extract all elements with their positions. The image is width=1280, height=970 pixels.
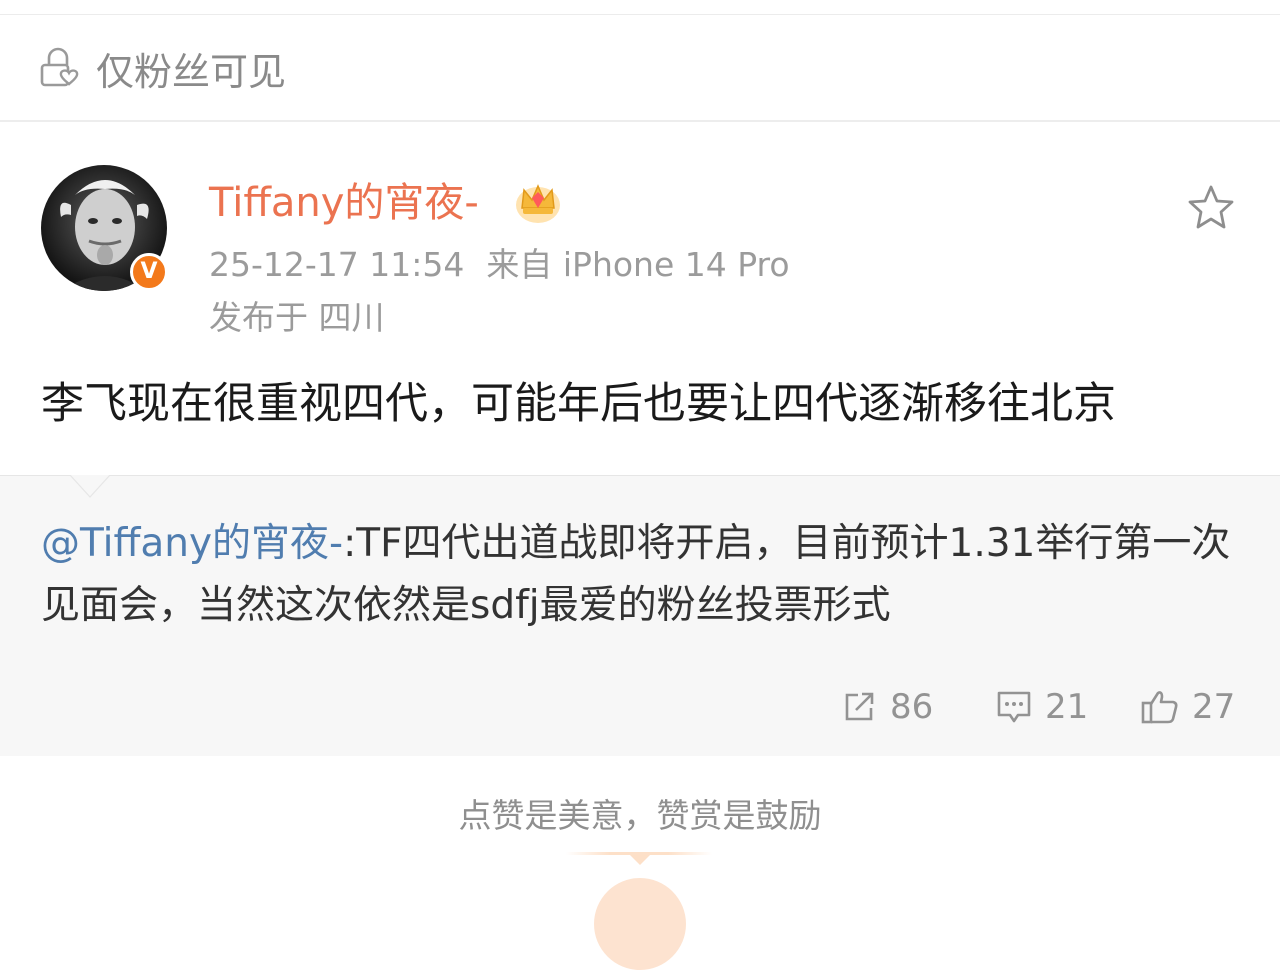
post-source: 来自 iPhone 14 Pro bbox=[486, 245, 790, 284]
like-count: 27 bbox=[1192, 687, 1236, 727]
section-divider bbox=[0, 120, 1280, 122]
like-button[interactable]: 27 bbox=[1140, 680, 1235, 734]
crown-icon[interactable] bbox=[514, 178, 562, 224]
encourage-text: 点赞是美意，赞赏是鼓励 bbox=[458, 796, 822, 835]
visibility-label: 仅粉丝可见 bbox=[96, 50, 287, 94]
thumbs-up-icon bbox=[1141, 691, 1178, 724]
comment-button[interactable]: 21 bbox=[995, 680, 1088, 734]
share-icon bbox=[845, 692, 874, 721]
star-icon[interactable] bbox=[1185, 183, 1237, 233]
comment-count: 21 bbox=[1045, 687, 1089, 727]
repost-text: @Tiffany的宵夜-:TF四代出道战即将开启，目前预计1.31举行第一次见面… bbox=[41, 513, 1241, 637]
repost-count: 86 bbox=[890, 687, 934, 727]
verified-v-icon: V bbox=[130, 253, 168, 291]
reward-caret bbox=[627, 852, 653, 865]
repost-mention[interactable]: @Tiffany的宵夜- bbox=[41, 521, 343, 566]
lock-heart-icon bbox=[40, 47, 79, 87]
post-timestamp: 25-12-17 11:54 bbox=[209, 245, 465, 284]
post-text: 李飞现在很重视四代，可能年后也要让四代逐渐移往北京 bbox=[41, 379, 1116, 429]
repost-pointer bbox=[70, 464, 110, 498]
post-meta: 25-12-17 11:54 来自 iPhone 14 Pro bbox=[209, 243, 790, 287]
author-name[interactable]: Tiffany的宵夜- bbox=[209, 178, 479, 228]
comment-icon bbox=[997, 691, 1031, 723]
repost-button[interactable]: 86 bbox=[842, 680, 933, 734]
post-location: 发布于 四川 bbox=[209, 298, 385, 337]
